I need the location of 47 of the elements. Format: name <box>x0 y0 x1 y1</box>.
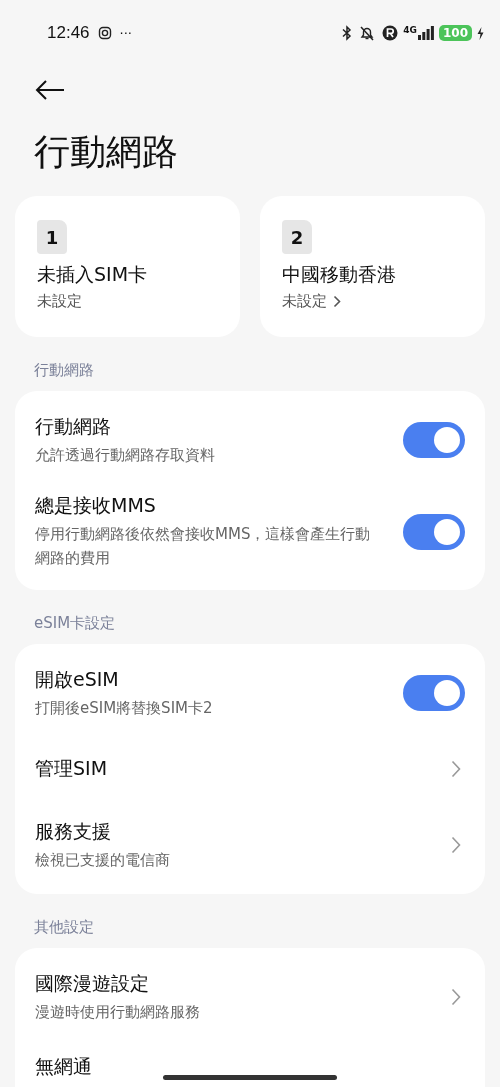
camera-icon <box>97 26 112 40</box>
row-title: 總是接收MMS <box>35 493 157 518</box>
settings-row[interactable]: 無網通 <box>15 1038 485 1087</box>
sim-status: 未設定 <box>37 292 82 311</box>
settings-row[interactable]: 總是接收MMS 停用行動網路後依然會接收MMS，這樣會產生行動網路的費用 <box>15 481 485 582</box>
chevron-icon <box>451 836 461 854</box>
settings-row[interactable]: 國際漫遊設定 漫遊時使用行動網路服務 <box>15 956 485 1038</box>
row-title: 管理SIM <box>35 756 108 781</box>
row-title: 服務支援 <box>35 818 112 844</box>
row-title: 開啟eSIM <box>35 666 120 692</box>
charging-icon <box>477 26 484 40</box>
settings-row[interactable]: 行動網路 允許透過行動網路存取資料 <box>15 399 485 481</box>
sim-name: 中國移動香港 <box>282 262 396 287</box>
toggle-switch[interactable] <box>403 675 465 711</box>
settings-row[interactable]: 服務支援 檢視已支援的電信商 <box>15 804 485 886</box>
roaming-icon <box>382 25 399 41</box>
row-subtitle: 打開後eSIM將替換SIM卡2 <box>35 697 213 719</box>
row-subtitle: 漫遊時使用行動網路服務 <box>35 1001 200 1023</box>
toggle-switch[interactable] <box>403 513 465 550</box>
network-type: 4G <box>403 25 417 35</box>
back-button[interactable] <box>34 80 66 102</box>
signal-icon <box>417 26 434 40</box>
row-subtitle: 允許透過行動網路存取資料 <box>35 444 215 466</box>
row-title: 行動網路 <box>35 413 112 439</box>
row-title: 國際漫遊設定 <box>35 970 150 996</box>
bluetooth-icon <box>342 25 353 41</box>
row-subtitle: 檢視已支援的電信商 <box>35 849 170 871</box>
chevron-icon <box>451 988 461 1006</box>
row-title: 無網通 <box>35 1054 92 1079</box>
page-title: 行動網路 <box>34 130 179 174</box>
sim-name: 未插入SIM卡 <box>37 262 148 287</box>
sim-status: 未設定 <box>282 292 327 311</box>
chevron-icon <box>451 760 461 778</box>
section-header: eSIM卡設定 <box>34 614 117 633</box>
section-header: 其他設定 <box>34 918 95 937</box>
toggle-switch[interactable] <box>403 422 465 458</box>
sim-card[interactable]: 1 未插入SIM卡 未設定 <box>15 196 240 337</box>
status-time: 12:46 <box>47 23 90 43</box>
row-subtitle: 停用行動網路後依然會接收MMS，這樣會產生行動網路的費用 <box>35 524 372 569</box>
more-notifications: ··· <box>119 25 132 41</box>
section-header: 行動網路 <box>34 361 95 380</box>
battery-level: 100 <box>438 25 472 41</box>
settings-row[interactable]: 管理SIM <box>15 734 485 804</box>
settings-row[interactable]: 開啟eSIM 打開後eSIM將替換SIM卡2 <box>15 652 485 734</box>
sim-slot-number: 1 <box>37 220 67 254</box>
sim-slot-number: 2 <box>282 220 312 254</box>
sim-card[interactable]: 2 中國移動香港 未設定 <box>260 196 485 337</box>
